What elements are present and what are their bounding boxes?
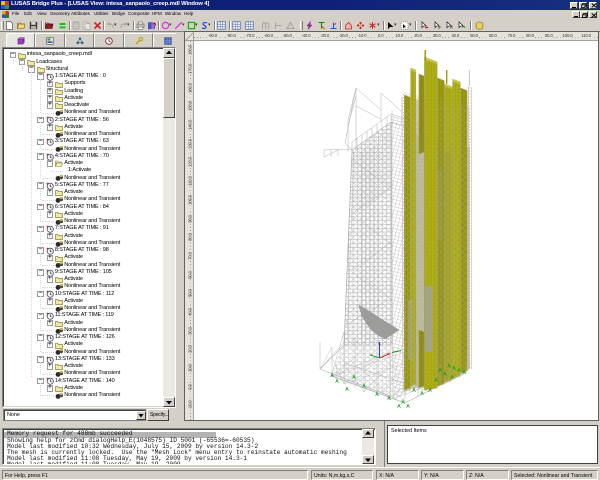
svg-text:?: ? bbox=[152, 23, 156, 30]
